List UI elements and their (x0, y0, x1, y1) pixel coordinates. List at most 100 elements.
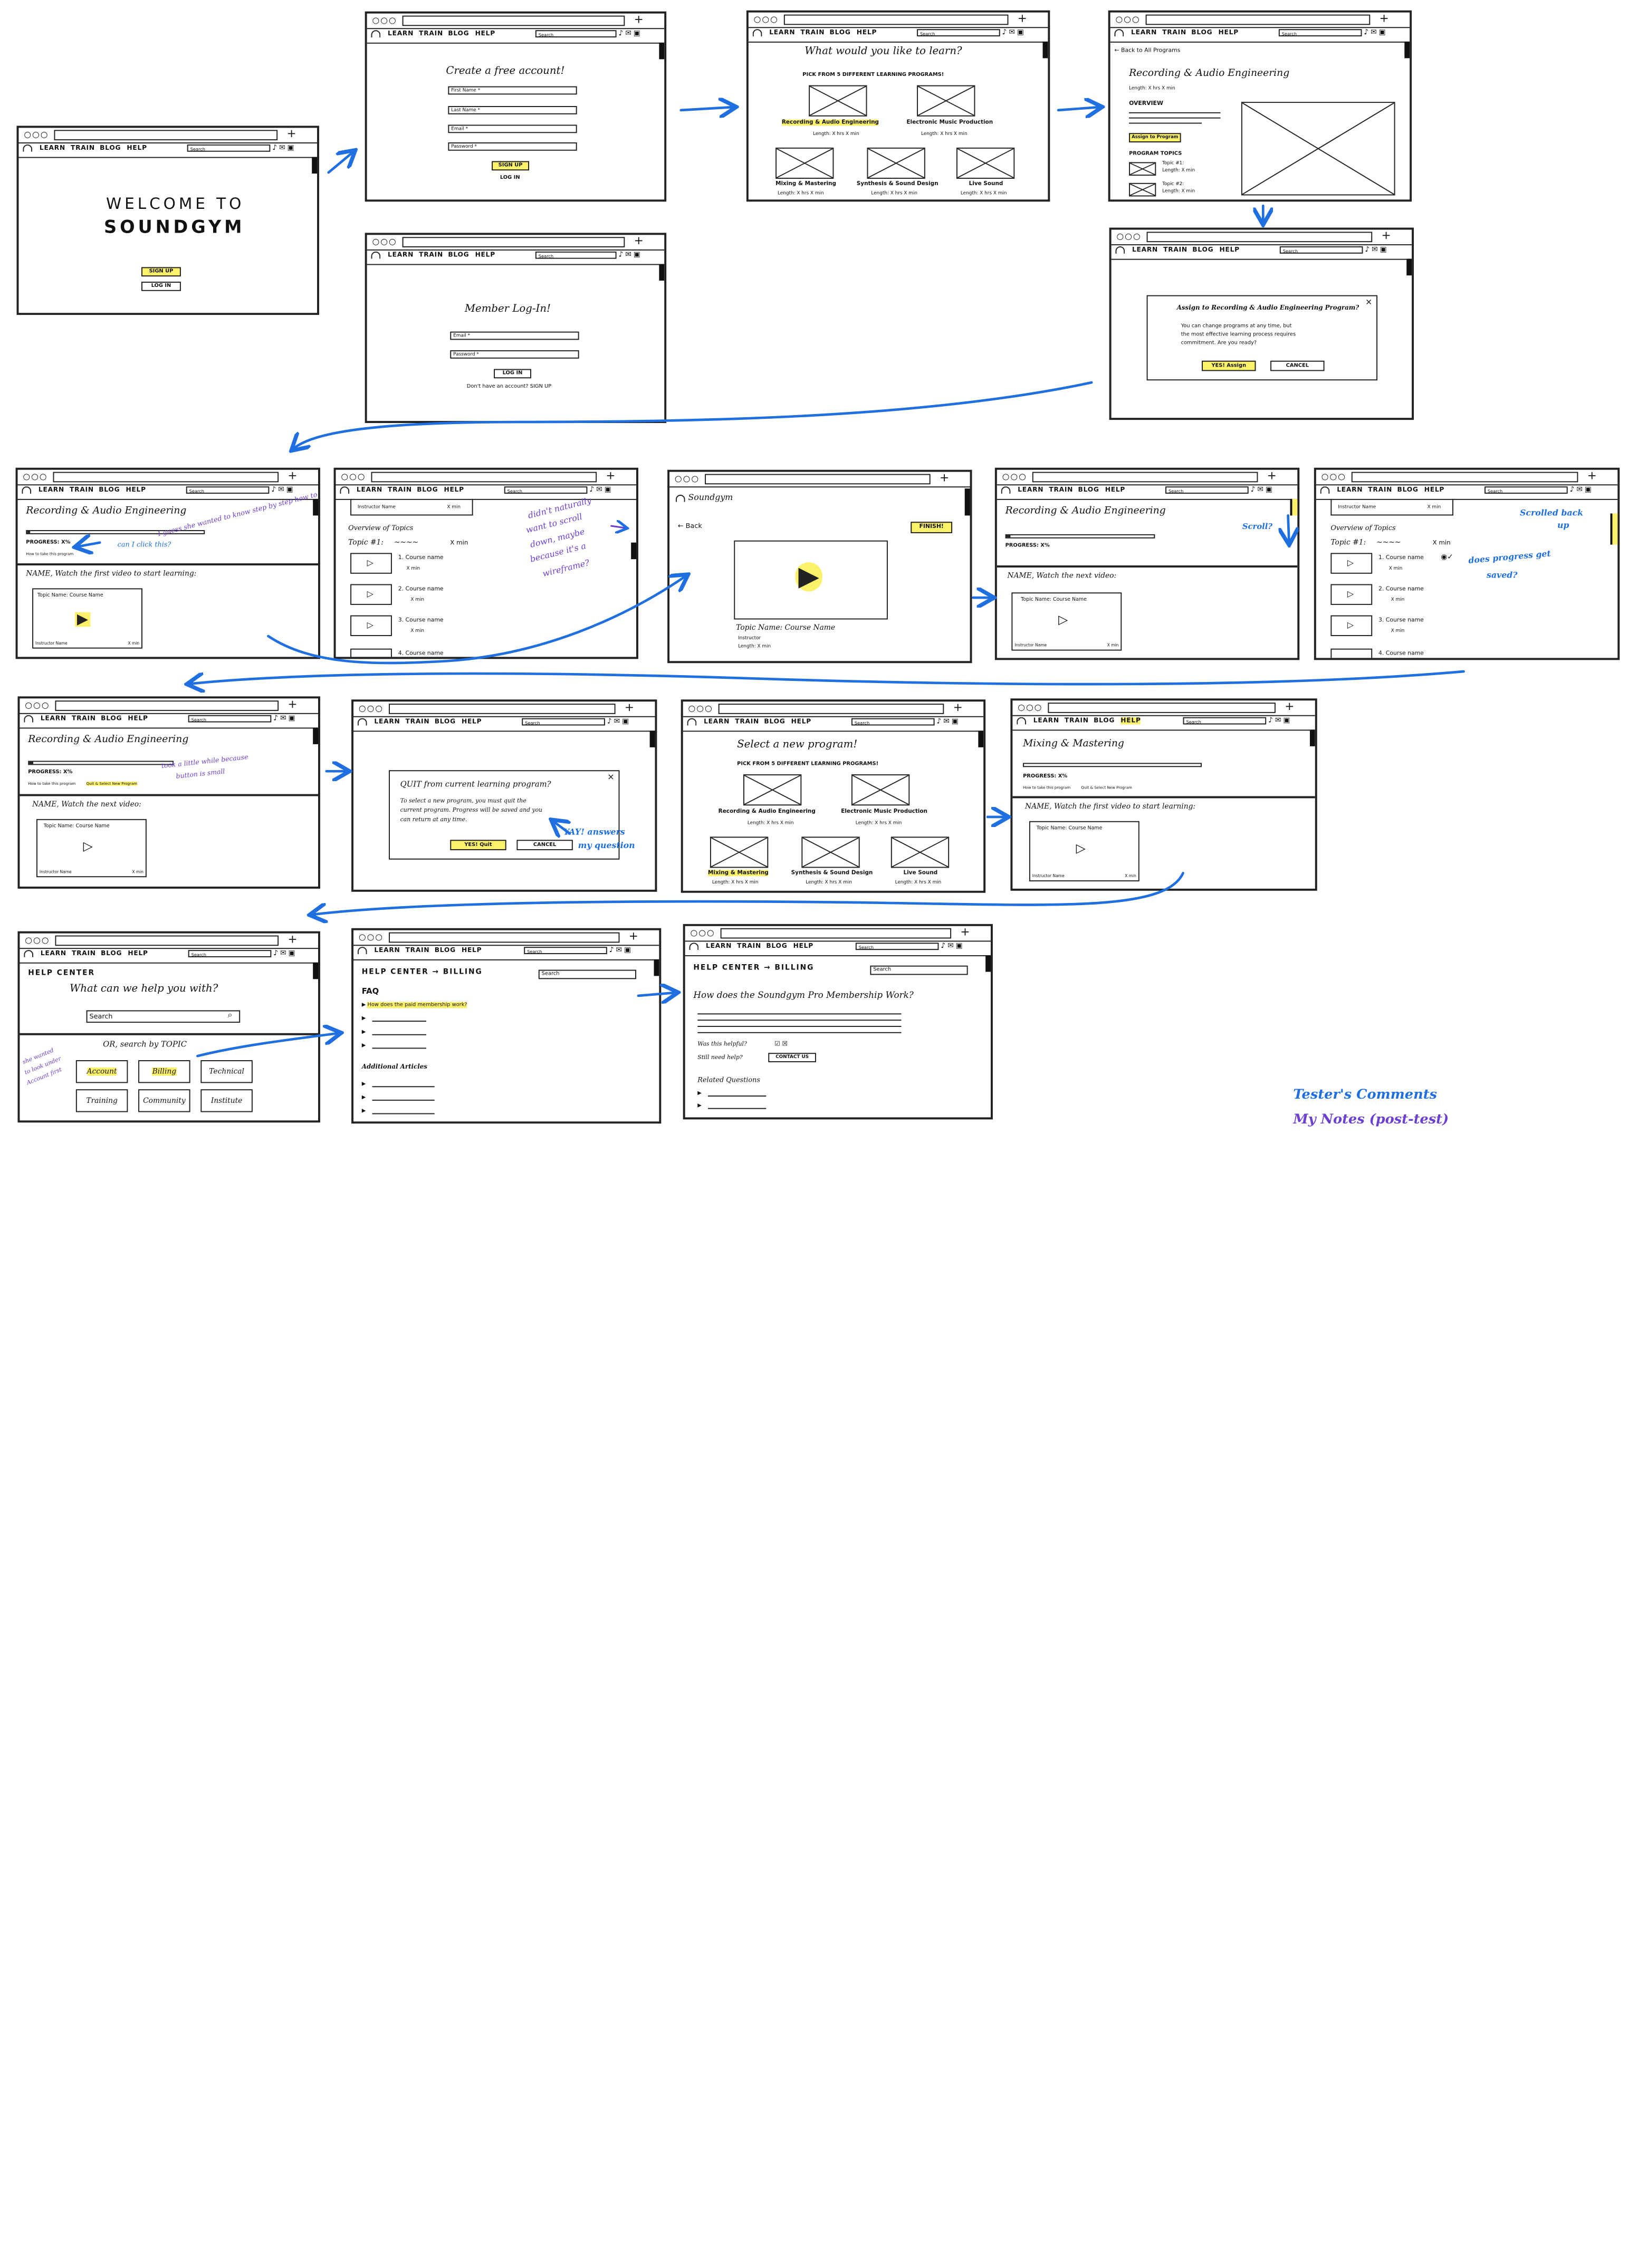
nav-train[interactable]: TRAIN (72, 715, 96, 723)
scrollbar[interactable] (1406, 258, 1412, 276)
scrollbar[interactable] (313, 962, 319, 979)
nav-help[interactable]: HELP (1121, 717, 1141, 725)
headphones-logo-icon[interactable] (687, 718, 697, 726)
quit-program-link[interactable]: Quit & Select New Program (86, 781, 138, 786)
nav-blog[interactable]: BLOG (1094, 717, 1115, 725)
address-bar[interactable] (1351, 472, 1578, 483)
course-name[interactable]: 4. Course name (1378, 651, 1424, 657)
new-tab-icon[interactable]: + (953, 701, 963, 714)
nav-learn[interactable]: LEARN (388, 30, 414, 37)
program-thumbnail-image[interactable] (801, 837, 860, 868)
back-link[interactable]: ← Back (678, 522, 702, 530)
address-bar[interactable] (371, 472, 597, 483)
signup-prompt[interactable]: Don't have an account? SIGN UP (467, 383, 551, 390)
related-item[interactable]: ▶ (697, 1090, 702, 1097)
program-recording[interactable]: Recording & Audio Engineering (781, 119, 879, 126)
headphones-logo-icon[interactable] (23, 144, 33, 152)
course-thumbnail[interactable]: ▷ (350, 615, 392, 637)
search-input[interactable]: Search (1279, 246, 1363, 254)
new-tab-icon[interactable]: + (1381, 230, 1391, 243)
new-tab-icon[interactable]: + (940, 472, 949, 485)
scrollbar[interactable] (654, 959, 659, 976)
play-icon[interactable]: ▷ (1076, 841, 1086, 856)
address-bar[interactable] (389, 704, 616, 714)
search-input[interactable]: Search (504, 486, 588, 494)
scrollbar[interactable] (659, 264, 665, 281)
play-icon[interactable]: ▷ (367, 589, 374, 599)
address-bar[interactable] (389, 932, 620, 943)
close-icon[interactable]: × (1365, 297, 1372, 307)
new-tab-icon[interactable]: + (288, 470, 297, 483)
address-bar[interactable] (54, 130, 278, 141)
help-search-input[interactable]: Search (538, 969, 637, 979)
scrollbar[interactable] (631, 542, 637, 560)
login-button[interactable]: LOG IN (141, 282, 181, 291)
email-field[interactable]: Email * (448, 124, 577, 133)
back-link[interactable]: ← Back to All Programs (1114, 48, 1180, 54)
notification-mail-profile-icons[interactable]: ♪✉▣ (1364, 28, 1387, 36)
scrollbar[interactable] (1290, 498, 1298, 516)
related-item[interactable]: ▶ (697, 1103, 702, 1109)
course-name[interactable]: 2. Course name (1378, 586, 1424, 592)
address-bar[interactable] (1146, 232, 1373, 243)
course-thumbnail[interactable]: ▷ (1330, 584, 1373, 605)
nav-learn[interactable]: LEARN (388, 252, 414, 259)
nav-blog[interactable]: BLOG (764, 718, 785, 726)
search-input[interactable]: Search (186, 486, 270, 494)
program-live-sound[interactable]: Live Sound (903, 870, 937, 876)
search-input[interactable]: Search (1165, 486, 1249, 494)
nav-learn[interactable]: LEARN (706, 943, 732, 950)
program-thumbnail-image[interactable] (890, 837, 950, 868)
notification-mail-profile-icons[interactable]: ♪✉▣ (1251, 485, 1275, 494)
login-link[interactable]: LOG IN (500, 175, 520, 181)
scrollbar[interactable] (1309, 729, 1315, 746)
headphones-logo-icon[interactable] (1017, 717, 1026, 725)
notification-mail-profile-icons[interactable]: ♪✉▣ (589, 485, 613, 494)
nav-help[interactable]: HELP (127, 145, 147, 152)
topic-1-label[interactable]: Topic #1: (1162, 161, 1184, 166)
signup-button[interactable]: SIGN UP (141, 267, 181, 277)
breadcrumb[interactable]: HELP CENTER → BILLING (693, 964, 814, 972)
topic-community-button[interactable]: Community (138, 1089, 190, 1112)
nav-help[interactable]: HELP (126, 486, 146, 494)
nav-blog[interactable]: BLOG (1191, 29, 1212, 36)
headphones-logo-icon[interactable] (357, 947, 367, 955)
notification-mail-profile-icons[interactable]: ♪✉▣ (1570, 485, 1594, 494)
faq-item[interactable]: ▶ (362, 1043, 366, 1049)
search-input[interactable]: Search (188, 950, 272, 957)
scrollbar[interactable] (1610, 513, 1618, 545)
new-tab-icon[interactable]: + (634, 14, 644, 26)
nav-blog[interactable]: BLOG (435, 718, 456, 726)
nav-blog[interactable]: BLOG (101, 715, 122, 723)
address-bar[interactable] (53, 472, 279, 483)
headphones-logo-icon[interactable] (1320, 486, 1330, 494)
notification-mail-profile-icons[interactable]: ♪✉▣ (941, 941, 964, 950)
play-icon[interactable]: ▶ (795, 562, 822, 591)
program-thumbnail-image[interactable] (775, 147, 834, 179)
nav-help[interactable]: HELP (1220, 246, 1240, 254)
address-bar[interactable] (55, 700, 279, 711)
yes-assign-button[interactable]: YES! Assign (1202, 360, 1256, 371)
nav-train[interactable]: TRAIN (1368, 486, 1392, 494)
quit-program-link[interactable]: Quit & Select New Program (1081, 786, 1132, 790)
headphones-logo-icon[interactable] (24, 950, 34, 957)
new-tab-icon[interactable]: + (1380, 13, 1389, 25)
contact-us-button[interactable]: CONTACT US (768, 1053, 816, 1062)
nav-train[interactable]: TRAIN (388, 486, 412, 494)
nav-blog[interactable]: BLOG (448, 30, 469, 37)
how-to-link[interactable]: How to take this program (1023, 786, 1070, 790)
article-item[interactable]: ▶ (362, 1108, 366, 1114)
search-input[interactable]: Search (522, 718, 605, 726)
notification-mail-profile-icons[interactable]: ♪✉▣ (1002, 28, 1026, 36)
close-icon[interactable]: × (607, 772, 614, 782)
nav-learn[interactable]: LEARN (1033, 717, 1059, 725)
nav-train[interactable]: TRAIN (71, 145, 95, 152)
nav-help[interactable]: HELP (793, 943, 813, 950)
nav-train[interactable]: TRAIN (1163, 246, 1188, 254)
video-card[interactable]: Topic Name: Course Name ▷ Instructor Nam… (1029, 821, 1139, 882)
scrollbar[interactable] (649, 731, 655, 747)
new-tab-icon[interactable]: + (286, 128, 296, 140)
nav-train[interactable]: TRAIN (419, 30, 443, 37)
program-live-sound[interactable]: Live Sound (969, 181, 1003, 187)
address-bar[interactable] (1032, 472, 1258, 483)
